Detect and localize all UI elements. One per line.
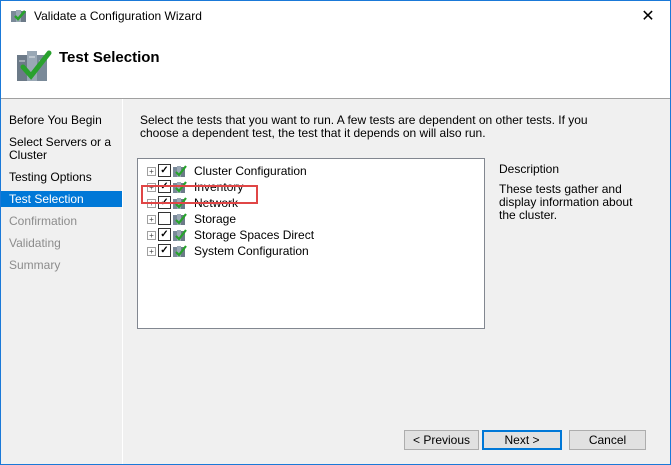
expand-icon[interactable]: + bbox=[147, 247, 156, 256]
title-bar[interactable]: Validate a Configuration Wizard ✕ bbox=[1, 1, 670, 31]
tree-item-label: System Configuration bbox=[194, 244, 309, 258]
tree-item-cluster-configuration[interactable]: + ✓ Cluster Configuration bbox=[138, 163, 478, 179]
description-title: Description bbox=[499, 162, 560, 176]
cluster-test-icon bbox=[173, 229, 187, 241]
validate-wizard-icon bbox=[17, 50, 52, 81]
instructions-text: Select the tests that you want to run. A… bbox=[140, 113, 588, 140]
tests-tree[interactable]: + ✓ Cluster Configuration + ✓ Inventory … bbox=[137, 158, 485, 329]
wizard-content: Before You Begin Select Servers or a Clu… bbox=[1, 99, 670, 464]
nav-step-before-you-begin[interactable]: Before You Begin bbox=[1, 114, 122, 127]
page-title: Test Selection bbox=[59, 49, 160, 66]
tree-item-storage-spaces-direct[interactable]: + ✓ Storage Spaces Direct bbox=[138, 227, 478, 243]
expand-icon[interactable]: + bbox=[147, 215, 156, 224]
main-panel: Select the tests that you want to run. A… bbox=[123, 99, 670, 464]
test-checkbox[interactable] bbox=[158, 212, 171, 225]
tree-item-label: Storage Spaces Direct bbox=[194, 228, 315, 242]
wizard-header: Test Selection bbox=[1, 31, 670, 99]
cluster-test-icon bbox=[173, 165, 187, 177]
nav-step-summary: Summary bbox=[9, 258, 61, 272]
previous-button[interactable]: < Previous bbox=[404, 430, 479, 450]
wizard-window: Validate a Configuration Wizard ✕ Test S… bbox=[0, 0, 671, 465]
description-text: These tests gather and display informati… bbox=[499, 182, 633, 222]
nav-step-validating: Validating bbox=[9, 236, 61, 250]
tree-item-label: Cluster Configuration bbox=[194, 164, 307, 178]
cancel-button[interactable]: Cancel bbox=[569, 430, 646, 450]
expand-icon[interactable]: + bbox=[147, 167, 156, 176]
test-checkbox[interactable]: ✓ bbox=[158, 164, 171, 177]
nav-step-testing-options[interactable]: Testing Options bbox=[1, 171, 122, 184]
close-icon: ✕ bbox=[641, 8, 655, 25]
test-checkbox[interactable]: ✓ bbox=[158, 244, 171, 257]
close-button[interactable]: ✕ bbox=[626, 1, 670, 31]
nav-step-select-servers[interactable]: Select Servers or a Cluster bbox=[1, 136, 122, 162]
tree-item-label: Storage bbox=[194, 212, 237, 226]
tree-item-system-configuration[interactable]: + ✓ System Configuration bbox=[138, 243, 478, 259]
window-title: Validate a Configuration Wizard bbox=[34, 9, 202, 23]
cluster-test-icon bbox=[173, 245, 187, 257]
cluster-app-icon bbox=[11, 10, 26, 22]
tree-item-storage[interactable]: + Storage bbox=[138, 211, 478, 227]
nav-step-confirmation: Confirmation bbox=[9, 214, 78, 228]
next-button[interactable]: Next > bbox=[482, 430, 562, 450]
storage-highlight-box bbox=[141, 185, 258, 204]
nav-step-test-selection[interactable]: Test Selection bbox=[1, 191, 122, 207]
cluster-test-icon bbox=[173, 213, 187, 225]
wizard-steps-nav: Before You Begin Select Servers or a Clu… bbox=[1, 99, 122, 464]
expand-icon[interactable]: + bbox=[147, 231, 156, 240]
test-checkbox[interactable]: ✓ bbox=[158, 228, 171, 241]
